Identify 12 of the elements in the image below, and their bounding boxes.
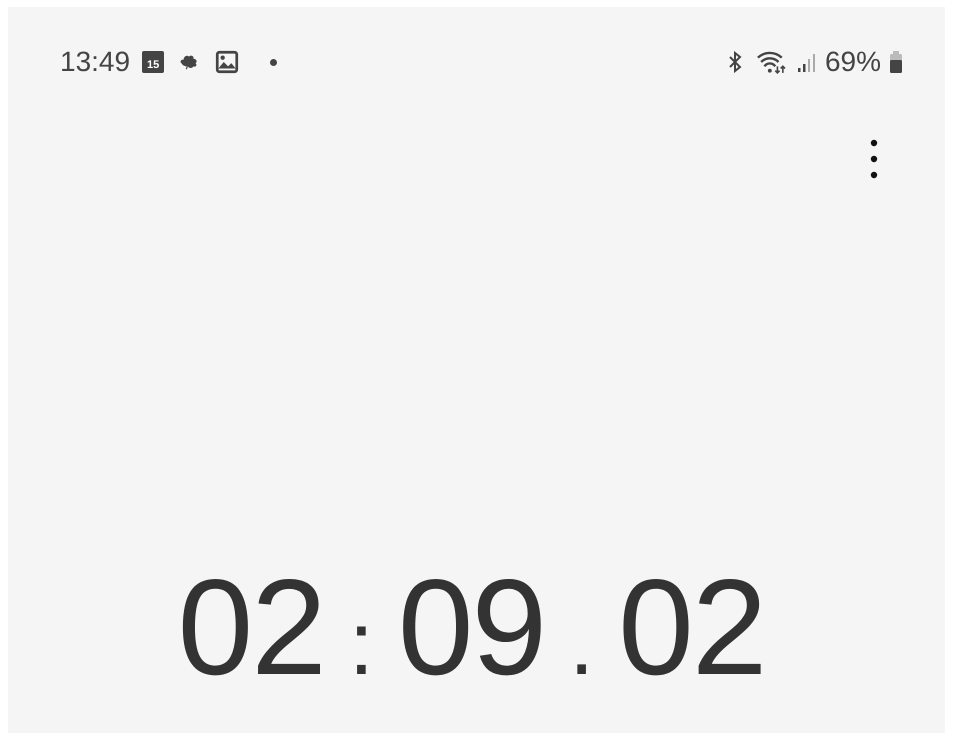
dot-separator: .: [568, 599, 596, 689]
notification-dot-icon: [270, 58, 278, 66]
calendar-icon: 15: [142, 51, 164, 73]
image-icon: [214, 49, 240, 75]
minutes-digits: 02: [178, 559, 325, 695]
battery-percentage: 69%: [824, 46, 881, 78]
hundredths-digits: 02: [618, 559, 766, 695]
clock-time: 13:49: [60, 46, 130, 78]
seconds-digits: 09: [398, 559, 546, 695]
battery-icon: [889, 50, 903, 74]
more-options-icon[interactable]: [870, 139, 878, 179]
colon-separator: :: [348, 599, 375, 689]
